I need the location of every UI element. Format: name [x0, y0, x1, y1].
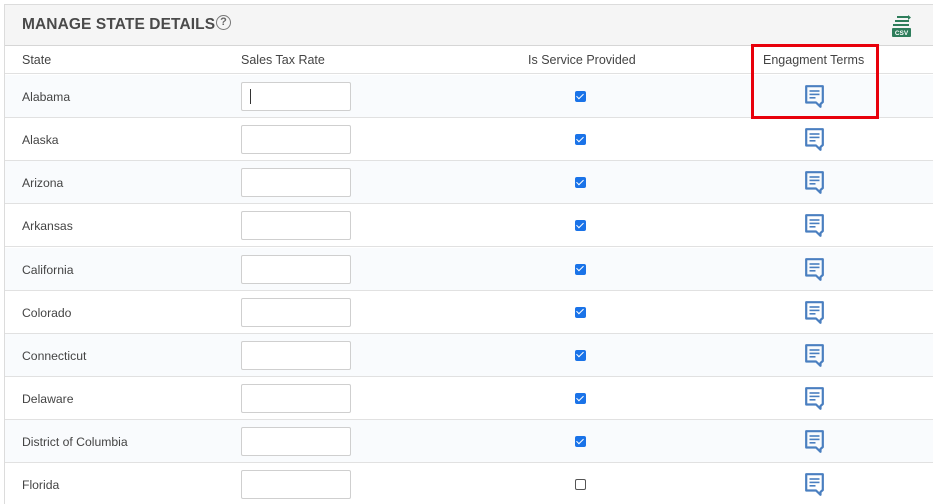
table-row: District of Columbia: [5, 420, 933, 464]
service-provided-checkbox[interactable]: [575, 220, 586, 232]
engagement-terms-document-icon[interactable]: [805, 85, 824, 108]
sales-tax-rate-input[interactable]: [241, 340, 351, 370]
engagement-terms-document-icon[interactable]: [805, 171, 824, 195]
sales-tax-rate-input[interactable]: [241, 470, 351, 500]
column-header-state[interactable]: State: [22, 53, 51, 67]
sales-tax-rate-input[interactable]: [241, 384, 351, 414]
table-row: Alaska: [5, 118, 933, 162]
service-provided-checkbox[interactable]: [575, 393, 586, 405]
table-row: Alabama: [5, 75, 933, 118]
sales-tax-rate-input[interactable]: [241, 82, 351, 111]
column-header-engagement-terms[interactable]: Engagment Terms: [763, 53, 864, 67]
table-row: Florida: [5, 463, 933, 504]
sales-tax-rate-input[interactable]: [241, 297, 351, 327]
engagement-terms-document-icon[interactable]: [805, 214, 824, 238]
sales-tax-rate-input[interactable]: [241, 427, 351, 457]
state-name: Colorado: [22, 305, 72, 320]
engagement-terms-document-icon[interactable]: [805, 300, 824, 324]
state-name: California: [22, 262, 74, 277]
state-name: Arizona: [22, 176, 64, 191]
column-header-is-service-provided[interactable]: Is Service Provided: [528, 53, 636, 67]
service-provided-checkbox[interactable]: [575, 306, 586, 318]
table-row: Colorado: [5, 291, 933, 334]
manage-state-details-panel: MANAGE STATE DETAILS ? CSV State Sales T…: [4, 4, 933, 504]
service-provided-checkbox[interactable]: [575, 177, 586, 189]
table-row: Delaware: [5, 377, 933, 421]
question-circle-icon[interactable]: ?: [216, 15, 231, 30]
panel-header: MANAGE STATE DETAILS ? CSV: [5, 5, 933, 46]
table-row: Connecticut: [5, 333, 933, 377]
state-name: Alabama: [22, 90, 71, 104]
column-header-sales-tax-rate[interactable]: Sales Tax Rate: [241, 53, 325, 67]
state-name: Alaska: [22, 133, 59, 148]
text-cursor: [250, 89, 251, 104]
engagement-terms-document-icon[interactable]: [805, 430, 824, 454]
grid-header: State Sales Tax Rate Is Service Provided…: [5, 46, 933, 74]
sales-tax-rate-input[interactable]: [241, 125, 351, 155]
state-name: District of Columbia: [22, 435, 128, 450]
sales-tax-rate-input[interactable]: [241, 254, 351, 284]
sales-tax-rate-input[interactable]: [241, 211, 351, 241]
table-row: Arkansas: [5, 204, 933, 248]
service-provided-checkbox[interactable]: [575, 479, 586, 491]
table-row: California: [5, 247, 933, 291]
engagement-terms-document-icon[interactable]: [805, 128, 824, 152]
engagement-terms-document-icon[interactable]: [805, 473, 824, 497]
panel-title: MANAGE STATE DETAILS: [22, 16, 216, 33]
sales-tax-rate-input[interactable]: [241, 168, 351, 198]
csv-export-icon[interactable]: CSV: [891, 14, 913, 38]
engagement-terms-document-icon[interactable]: [805, 387, 824, 410]
state-name: Florida: [22, 478, 60, 493]
table-row: Arizona: [5, 161, 933, 205]
state-name: Arkansas: [22, 219, 73, 234]
state-name: Delaware: [22, 392, 74, 407]
engagement-terms-document-icon[interactable]: [805, 343, 824, 367]
service-provided-checkbox[interactable]: [575, 263, 586, 275]
service-provided-checkbox[interactable]: [575, 436, 586, 448]
svg-text:CSV: CSV: [895, 30, 909, 37]
engagement-terms-document-icon[interactable]: [805, 257, 824, 281]
service-provided-checkbox[interactable]: [575, 134, 586, 146]
service-provided-checkbox[interactable]: [575, 349, 586, 361]
service-provided-checkbox[interactable]: [575, 91, 586, 102]
state-name: Connecticut: [22, 348, 87, 363]
